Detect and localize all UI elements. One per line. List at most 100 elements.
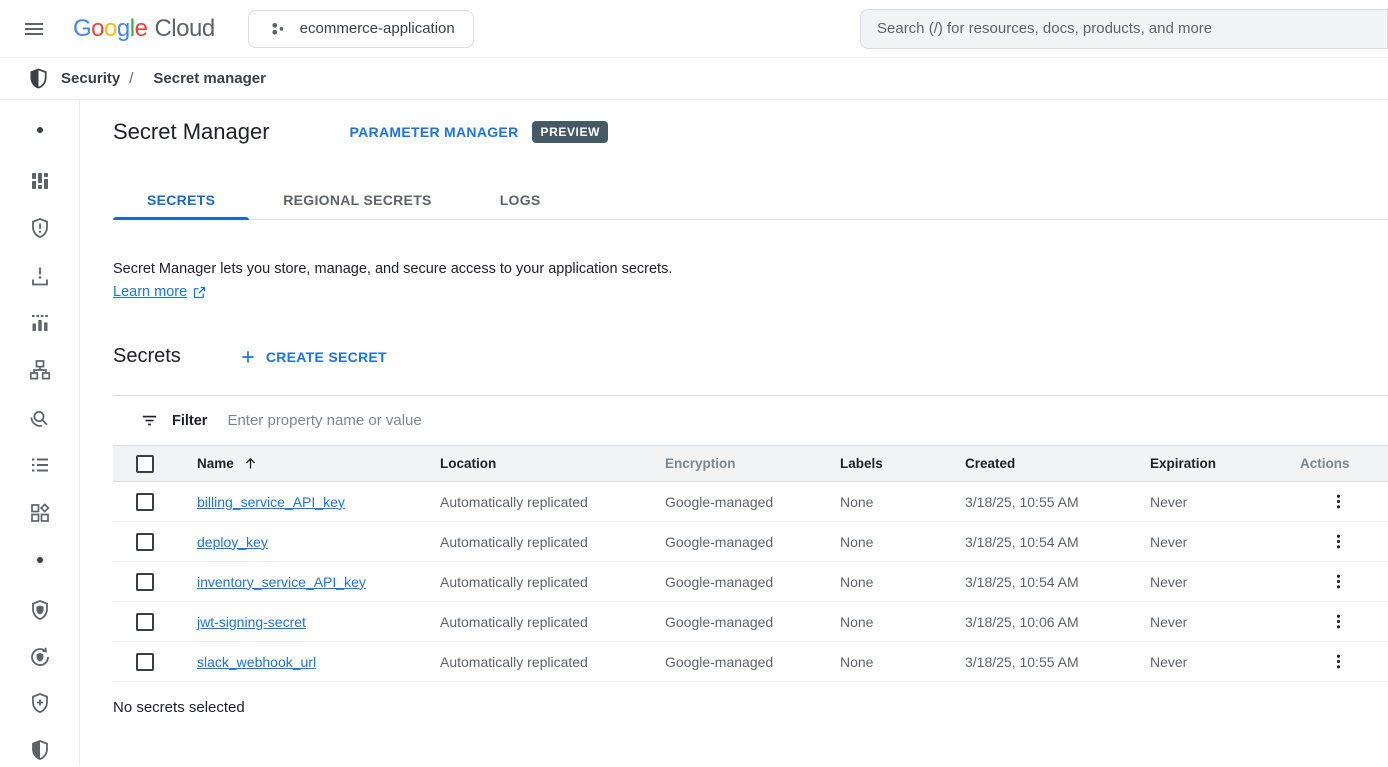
secret-labels: None	[820, 614, 945, 630]
breadcrumb-section[interactable]: Security	[61, 70, 120, 87]
filter-icon	[140, 411, 159, 430]
column-header-created[interactable]: Created	[945, 456, 1130, 471]
table-row: inventory_service_API_key Automatically …	[113, 562, 1388, 602]
create-secret-label: CREATE SECRET	[266, 349, 387, 365]
secret-created: 3/18/25, 10:55 AM	[945, 654, 1130, 670]
service-description: Secret Manager lets you store, manage, a…	[113, 261, 1388, 277]
search-input[interactable]	[860, 9, 1388, 49]
list-icon[interactable]	[28, 453, 52, 477]
row-actions-kebab-icon[interactable]	[1324, 528, 1352, 556]
secret-labels: None	[820, 574, 945, 590]
secret-created: 3/18/25, 10:54 AM	[945, 574, 1130, 590]
small-dot-icon	[37, 127, 43, 133]
logo-letter: G	[73, 15, 91, 43]
secret-name-link[interactable]: billing_service_API_key	[197, 494, 345, 510]
filter-input[interactable]	[227, 412, 1388, 429]
secret-name-link[interactable]: slack_webhook_url	[197, 654, 316, 670]
external-link-icon	[192, 285, 207, 300]
sort-ascending-icon[interactable]	[243, 456, 258, 471]
column-header-name[interactable]: Name	[197, 456, 234, 471]
secret-encryption: Google-managed	[645, 494, 820, 510]
parameter-manager-link[interactable]: PARAMETER MANAGER	[350, 124, 519, 140]
column-header-location[interactable]: Location	[420, 456, 645, 471]
tab-bar: SECRETS REGIONAL SECRETS LOGS	[113, 181, 1388, 220]
project-name: ecommerce-application	[300, 20, 455, 37]
table-header-row: Name Location Encryption Labels Created …	[113, 445, 1388, 482]
main-content: Secret Manager PARAMETER MANAGER PREVIEW…	[80, 100, 1388, 765]
row-checkbox[interactable]	[136, 493, 154, 511]
shield-alert-icon[interactable]	[28, 216, 52, 240]
row-actions-kebab-icon[interactable]	[1324, 488, 1352, 516]
tray-alert-icon[interactable]	[28, 264, 52, 288]
security-shield-icon	[27, 67, 50, 90]
select-all-checkbox[interactable]	[136, 455, 154, 473]
row-actions-kebab-icon[interactable]	[1324, 648, 1352, 676]
secret-name-link[interactable]: inventory_service_API_key	[197, 574, 366, 590]
secret-location: Automatically replicated	[420, 534, 645, 550]
row-checkbox[interactable]	[136, 573, 154, 591]
dashboard-blocks-icon[interactable]	[28, 169, 52, 193]
secret-encryption: Google-managed	[645, 534, 820, 550]
column-header-expiration[interactable]: Expiration	[1130, 456, 1280, 471]
project-selector[interactable]: ecommerce-application	[248, 10, 474, 48]
column-header-encryption[interactable]: Encryption	[645, 456, 820, 471]
row-checkbox[interactable]	[136, 653, 154, 671]
create-secret-button[interactable]: CREATE SECRET	[239, 348, 387, 366]
network-nodes-icon[interactable]	[28, 358, 52, 382]
row-actions-kebab-icon[interactable]	[1324, 568, 1352, 596]
shield-plus-icon[interactable]	[28, 691, 52, 715]
tab-secrets[interactable]: SECRETS	[113, 181, 249, 219]
secret-labels: None	[820, 654, 945, 670]
logo-letter: g	[117, 15, 130, 43]
secret-encryption: Google-managed	[645, 614, 820, 630]
row-checkbox[interactable]	[136, 533, 154, 551]
secret-expiration: Never	[1130, 494, 1280, 510]
secret-expiration: Never	[1130, 534, 1280, 550]
secrets-section-heading: Secrets	[113, 345, 181, 368]
shield-dot-icon[interactable]	[28, 598, 52, 622]
secret-expiration: Never	[1130, 614, 1280, 630]
filter-label: Filter	[172, 413, 207, 429]
google-cloud-logo[interactable]: Google Cloud	[73, 15, 215, 43]
secret-created: 3/18/25, 10:54 AM	[945, 534, 1130, 550]
security-nav-sidebar	[0, 100, 80, 765]
shapes-grid-icon[interactable]	[28, 501, 52, 525]
column-header-actions: Actions	[1280, 456, 1388, 471]
page-title: Secret Manager	[113, 119, 270, 145]
logo-letter: o	[104, 15, 117, 43]
logo-letter: e	[135, 15, 148, 43]
plus-icon	[239, 348, 257, 366]
selection-status: No secrets selected	[113, 699, 1388, 716]
secret-location: Automatically replicated	[420, 494, 645, 510]
table-body: billing_service_API_key Automatically re…	[113, 482, 1388, 682]
secret-created: 3/18/25, 10:55 AM	[945, 494, 1130, 510]
shield-refresh-icon[interactable]	[28, 645, 52, 669]
secret-encryption: Google-managed	[645, 654, 820, 670]
shield-half-icon[interactable]	[28, 738, 52, 762]
bar-chart-icon[interactable]	[28, 311, 52, 335]
secret-location: Automatically replicated	[420, 614, 645, 630]
menu-hamburger-icon[interactable]	[20, 15, 48, 43]
filter-bar: Filter	[113, 395, 1388, 445]
column-header-labels[interactable]: Labels	[820, 456, 945, 471]
breadcrumb-current: Secret manager	[153, 70, 266, 87]
secret-name-link[interactable]: jwt-signing-secret	[197, 614, 306, 630]
table-row: billing_service_API_key Automatically re…	[113, 482, 1388, 522]
secret-labels: None	[820, 494, 945, 510]
learn-more-link[interactable]: Learn more	[113, 284, 187, 300]
secret-name-link[interactable]: deploy_key	[197, 534, 268, 550]
top-app-bar: Google Cloud ecommerce-application	[0, 0, 1388, 58]
tab-logs[interactable]: LOGS	[466, 181, 575, 219]
logo-cloud-text: Cloud	[154, 15, 214, 43]
table-row: deploy_key Automatically replicated Goog…	[113, 522, 1388, 562]
secret-expiration: Never	[1130, 574, 1280, 590]
tab-regional-secrets[interactable]: REGIONAL SECRETS	[249, 181, 465, 219]
preview-badge: PREVIEW	[532, 121, 608, 143]
secret-encryption: Google-managed	[645, 574, 820, 590]
row-actions-kebab-icon[interactable]	[1324, 608, 1352, 636]
secret-created: 3/18/25, 10:06 AM	[945, 614, 1130, 630]
breadcrumb-separator: /	[129, 70, 133, 87]
secret-location: Automatically replicated	[420, 574, 645, 590]
search-scan-icon[interactable]	[28, 406, 52, 430]
row-checkbox[interactable]	[136, 613, 154, 631]
